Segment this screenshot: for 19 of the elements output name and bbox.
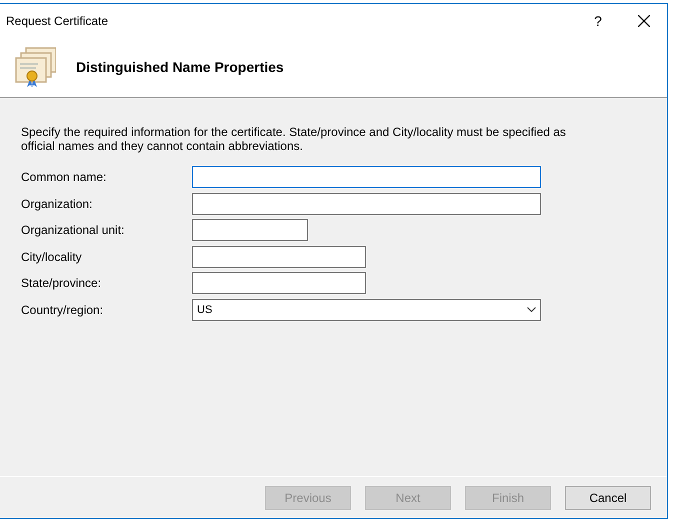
input-field[interactable] — [192, 246, 366, 268]
field-label: City/locality — [21, 250, 83, 264]
help-button[interactable]: ? — [575, 6, 621, 36]
field-label: State/province: — [21, 276, 102, 290]
field-label: Common name: — [21, 170, 108, 184]
input-field[interactable] — [192, 192, 541, 215]
field-label: Organization: — [21, 196, 94, 211]
field-label: Organizational unit: — [21, 223, 126, 238]
input-field[interactable] — [192, 166, 541, 188]
wizard-button[interactable]: Cancel — [565, 486, 651, 510]
chevron-down-icon — [527, 307, 536, 312]
country-dropdown[interactable]: US — [192, 298, 541, 321]
close-icon — [638, 14, 650, 26]
input-field[interactable] — [192, 219, 308, 242]
input-field[interactable] — [192, 272, 366, 294]
field-label: Country/region: — [21, 302, 104, 317]
page-heading: Distinguished Name Properties — [76, 59, 284, 75]
window-title: Request Certificate — [6, 14, 110, 28]
instructions-text: Specify the required information for the certificate. State/province and City/locality must be specified as official names and they cannot contain abbreviations. — [21, 125, 567, 153]
